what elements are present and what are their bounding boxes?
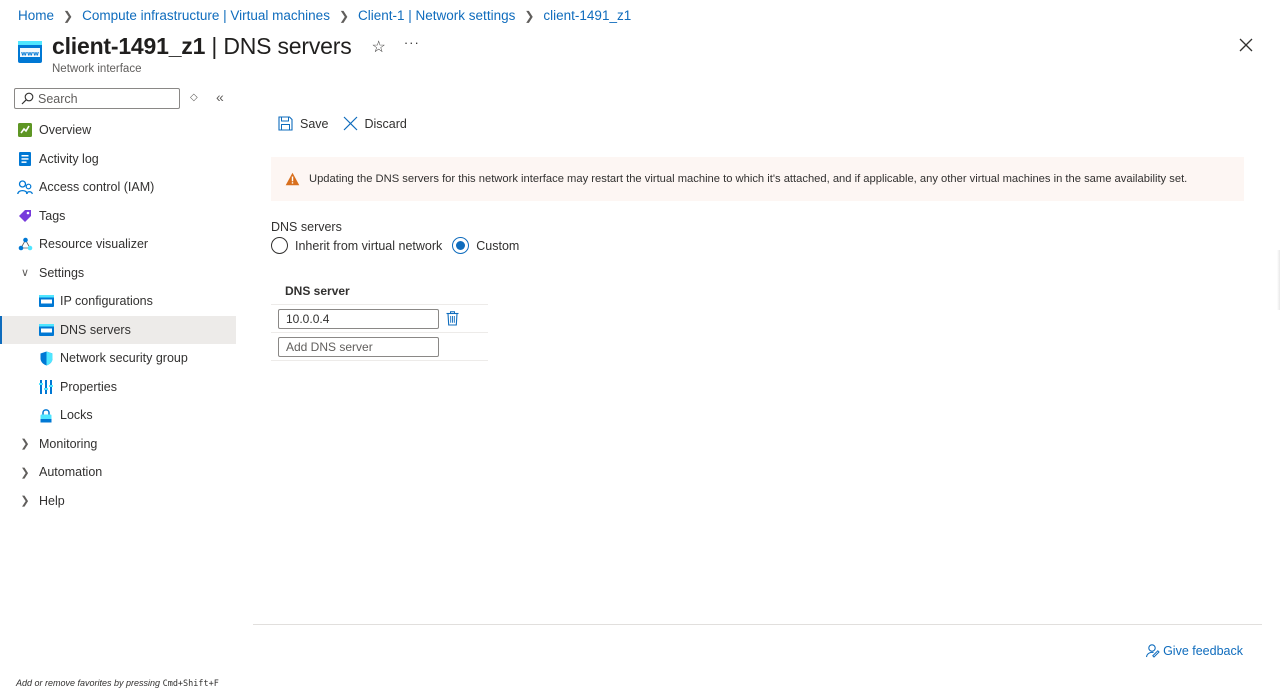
chevron-down-icon: ∨ [20,267,30,280]
feedback-label: Give feedback [1163,643,1243,658]
sidebar-item-label: Overview [39,123,92,138]
sort-toggle-icon[interactable]: ◇ [190,92,198,103]
sidebar-group-help[interactable]: ❯ Help [0,487,236,516]
dns-server-grid: DNS server [271,278,488,361]
page-title: client-1491_z1 | DNS servers [52,33,352,60]
sidebar-item-label: Resource visualizer [39,237,149,252]
sidebar-group-label: Help [39,493,65,508]
sidebar-item-network-security-group[interactable]: Network security group [0,344,236,373]
column-header-dns-server: DNS server [271,278,488,305]
tag-icon [17,208,33,224]
sidebar-item-resource-visualizer[interactable]: Resource visualizer [0,230,236,259]
favorites-hint: Add or remove favorites by pressing Cmd+… [16,678,219,689]
feedback-icon [1146,644,1160,658]
chevron-right-icon: ❯ [63,8,74,23]
sidebar-item-label: Tags [39,208,66,223]
sidebar-item-locks[interactable]: Locks [0,401,236,430]
page-title-suffix: | DNS servers [205,33,352,59]
sidebar-item-label: Activity log [39,151,99,166]
chevron-right-icon: ❯ [20,438,30,451]
network-interface-icon: www [18,41,42,63]
sidebar-group-monitoring[interactable]: ❯ Monitoring [0,430,236,459]
sidebar-item-properties[interactable]: Properties [0,373,236,402]
sidebar-group-label: Settings [39,265,85,280]
collapse-menu-icon[interactable]: « [216,89,224,105]
warning-text: Updating the DNS servers for this networ… [309,173,1188,185]
dns-source-radio-group: Inherit from virtual network Custom [271,237,529,254]
radio-circle-checked [452,237,470,254]
discard-label: Discard [364,116,407,131]
dns-server-input[interactable] [278,308,439,329]
properties-icon [38,379,54,395]
radio-label: Custom [476,238,520,253]
chevron-right-icon: ❯ [524,8,535,23]
sidebar-item-activity-log[interactable]: Activity log [0,145,236,174]
breadcrumb-network-settings[interactable]: Client-1 | Network settings [358,8,515,23]
sidebar-item-label: Network security group [60,351,188,366]
save-icon [278,116,293,131]
table-row [271,333,488,361]
sidebar-group-label: Automation [39,465,103,480]
chevron-right-icon: ❯ [20,495,30,508]
activity-log-icon [17,151,33,167]
sidebar-item-label: Locks [60,408,93,423]
sidebar-item-overview[interactable]: Overview [0,116,236,145]
shield-icon [38,350,54,366]
command-bar: Save Discard [278,116,421,131]
table-row [271,305,488,333]
close-icon[interactable] [1238,37,1254,53]
sidebar-item-ip-configurations[interactable]: IP configurations [0,287,236,316]
discard-icon [343,116,357,131]
overview-icon [17,122,33,138]
network-interface-icon [38,322,54,338]
breadcrumb-virtual-machines[interactable]: Compute infrastructure | Virtual machine… [82,8,330,23]
sidebar-item-label: DNS servers [60,322,131,337]
more-options-button[interactable]: ··· [404,35,420,50]
resource-name: client-1491_z1 [52,33,206,59]
lock-icon [38,407,54,423]
add-dns-server-input[interactable] [278,336,439,357]
star-icon[interactable]: ☆ [372,37,386,57]
chevron-right-icon: ❯ [338,8,350,23]
page-header: www client-1491_z1 | DNS servers ☆ ··· N… [18,33,420,75]
radio-circle [271,237,288,254]
sidebar-item-iam[interactable]: Access control (IAM) [0,173,236,202]
hint-text: Add or remove favorites by pressing [16,678,163,688]
sidebar-group-settings[interactable]: ∨ Settings [0,259,236,288]
sidebar-item-label: Access control (IAM) [39,180,155,195]
warning-banner: Updating the DNS servers for this networ… [271,157,1244,201]
delete-icon[interactable] [446,311,459,326]
discard-button[interactable]: Discard [343,116,407,131]
visualizer-icon [17,236,33,252]
search-placeholder: Search [38,91,78,106]
chevron-right-icon: ❯ [20,466,30,479]
sidebar-item-label: Properties [60,379,117,394]
sidebar-item-dns-servers[interactable]: DNS servers [0,315,236,344]
iam-icon [17,179,33,195]
sidebar-item-tags[interactable]: Tags [0,202,236,231]
sidebar-item-label: IP configurations [60,294,153,309]
breadcrumb: Home ❯ Compute infrastructure | Virtual … [18,8,631,23]
network-interface-icon [38,293,54,309]
sidebar-group-label: Monitoring [39,436,98,451]
radio-inherit-from-vnet[interactable]: Inherit from virtual network [271,237,442,254]
breadcrumb-home[interactable]: Home [18,8,54,23]
dns-servers-label: DNS servers [271,220,342,234]
give-feedback-link[interactable]: Give feedback [1145,643,1243,658]
radio-label: Inherit from virtual network [295,238,443,253]
page-subtitle: Network interface [52,63,142,75]
hint-shortcut: Cmd+Shift+F [162,679,219,689]
warning-icon [285,172,300,186]
radio-custom[interactable]: Custom [452,237,519,254]
svg-text:www: www [21,50,39,58]
search-icon [21,92,34,105]
breadcrumb-nic[interactable]: client-1491_z1 [543,8,631,23]
footer-divider [253,624,1262,625]
sidebar-group-automation[interactable]: ❯ Automation [0,458,236,487]
save-label: Save [300,116,329,131]
save-button[interactable]: Save [278,116,329,131]
resource-menu: Overview Activity log Access control (IA… [0,116,236,515]
search-input[interactable]: Search [14,88,180,109]
